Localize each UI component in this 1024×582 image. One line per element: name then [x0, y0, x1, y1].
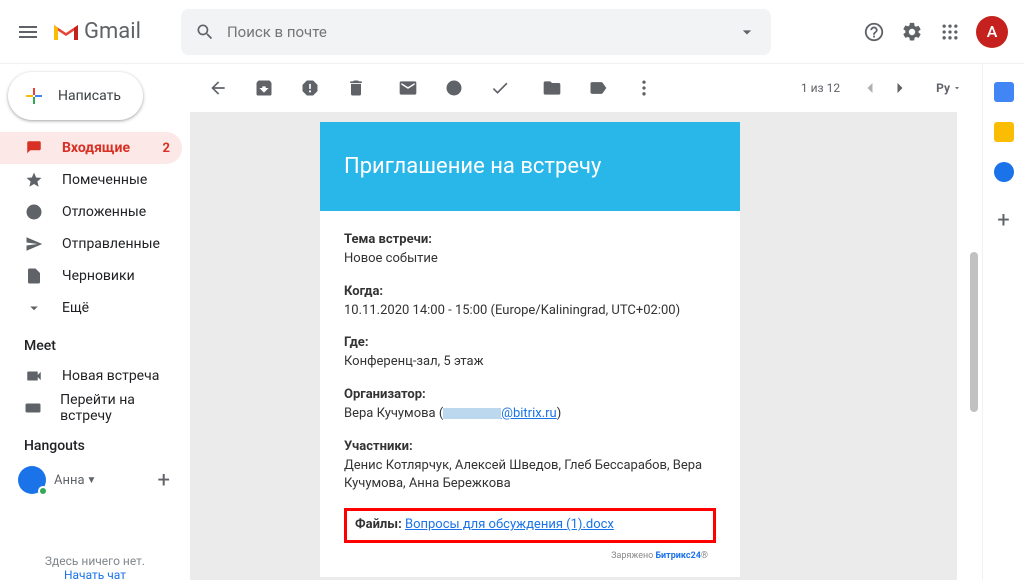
hangouts-avatar [18, 466, 46, 494]
move-icon[interactable] [542, 78, 562, 98]
field-when: Когда: 10.11.2020 14:00 - 15:00 (Europe/… [344, 283, 716, 321]
nav-sent[interactable]: Отправленные [0, 228, 182, 260]
message-content: Приглашение на встречу Тема встречи: Нов… [190, 112, 982, 580]
side-panel: + [982, 64, 1024, 580]
settings-icon[interactable] [900, 20, 924, 44]
next-icon[interactable] [890, 78, 910, 98]
menu-icon[interactable] [16, 20, 40, 44]
nav-more[interactable]: Ещё [0, 292, 182, 324]
nav-badge: 2 [163, 141, 170, 156]
chevron-down-icon [24, 298, 44, 318]
gmail-logo[interactable]: Gmail [52, 19, 141, 44]
archive-icon[interactable] [254, 78, 274, 98]
nav-label: Отложенные [62, 204, 146, 220]
meet-join[interactable]: Перейти на встречу [0, 392, 190, 424]
field-where: Где: Конференц-зал, 5 этаж [344, 334, 716, 372]
input-lang[interactable]: Ру [936, 81, 962, 95]
hangouts-add-icon[interactable]: + [158, 468, 170, 493]
video-icon [24, 366, 44, 386]
status-dot-icon [38, 486, 48, 496]
nav-label: Ещё [62, 300, 89, 316]
apps-icon[interactable] [938, 20, 962, 44]
nav-starred[interactable]: Помеченные [0, 164, 182, 196]
chevron-down-icon[interactable]: ▼ [87, 475, 97, 486]
message-counter: 1 из 12 [801, 81, 840, 95]
keyboard-icon [24, 398, 42, 418]
keep-app-icon[interactable] [994, 122, 1014, 142]
hangouts-user: Анна [54, 473, 85, 488]
compose-label: Написать [58, 88, 121, 104]
tasks-app-icon[interactable] [994, 162, 1014, 182]
label-icon[interactable] [588, 78, 608, 98]
scrollbar-thumb[interactable] [970, 252, 978, 412]
search-icon [195, 22, 215, 42]
meet-label: Перейти на встречу [60, 392, 178, 424]
mark-unread-icon[interactable] [398, 78, 418, 98]
email-card: Приглашение на встречу Тема встречи: Нов… [320, 122, 740, 577]
snooze-icon[interactable] [444, 78, 464, 98]
add-task-icon[interactable] [490, 78, 510, 98]
redacted-email [443, 408, 501, 419]
plus-multicolor-icon [22, 84, 46, 108]
field-subject: Тема встречи: Новое событие [344, 231, 716, 269]
powered-by: Заряжено Битрикс24® [344, 551, 716, 569]
app-header: Gmail А [0, 0, 1024, 64]
inbox-icon [24, 138, 44, 158]
field-organizer: Организатор: Вера Кучумова (@bitrix.ru) [344, 386, 716, 424]
prev-icon[interactable] [860, 78, 880, 98]
meet-title: Meet [0, 324, 190, 360]
hangouts-user-row[interactable]: Анна ▼ + [0, 460, 190, 494]
meet-label: Новая встреча [62, 368, 159, 384]
nav-label: Помеченные [62, 172, 147, 188]
help-icon[interactable] [862, 20, 886, 44]
compose-button[interactable]: Написать [8, 72, 143, 120]
account-avatar[interactable]: А [976, 16, 1008, 48]
spam-icon[interactable] [300, 78, 320, 98]
field-participants: Участники: Денис Котлярчук, Алексей Швед… [344, 438, 716, 495]
hangouts-title: Hangouts [0, 424, 190, 460]
logo-text: Gmail [84, 19, 141, 44]
nav-label: Отправленные [62, 236, 160, 252]
back-icon[interactable] [208, 78, 228, 98]
organizer-email-link[interactable]: @bitrix.ru [501, 406, 556, 421]
files-highlight-box: Файлы: Вопросы для обсуждения (1).docx [344, 508, 716, 543]
calendar-app-icon[interactable] [994, 82, 1014, 102]
main-area: 1 из 12 Ру Приглашение на встречу Тема в… [190, 64, 982, 580]
email-title-block: Приглашение на встречу [320, 122, 740, 211]
addons-plus-icon[interactable]: + [997, 208, 1009, 233]
nav-inbox[interactable]: Входящие 2 [0, 132, 182, 164]
send-icon [24, 234, 44, 254]
nav-label: Черновики [62, 268, 135, 284]
email-title: Приглашение на встречу [344, 154, 716, 179]
delete-icon[interactable] [346, 78, 366, 98]
nav-snoozed[interactable]: Отложенные [0, 196, 182, 228]
nav-label: Входящие [62, 140, 130, 156]
nav-drafts[interactable]: Черновики [0, 260, 182, 292]
search-bar[interactable] [181, 9, 771, 55]
clock-icon [24, 202, 44, 222]
more-icon[interactable] [634, 78, 654, 98]
sidebar: Написать Входящие 2 Помеченные Отложенны… [0, 64, 190, 580]
star-icon [24, 170, 44, 190]
file-attachment-link[interactable]: Вопросы для обсуждения (1).docx [405, 517, 614, 532]
message-toolbar: 1 из 12 Ру [190, 64, 982, 112]
header-right: А [862, 16, 1008, 48]
search-input[interactable] [227, 23, 737, 41]
meet-new[interactable]: Новая встреча [0, 360, 190, 392]
file-icon [24, 266, 44, 286]
search-options-icon[interactable] [737, 22, 757, 42]
hangouts-empty: Здесь ничего нет. Начать чат [0, 554, 190, 582]
